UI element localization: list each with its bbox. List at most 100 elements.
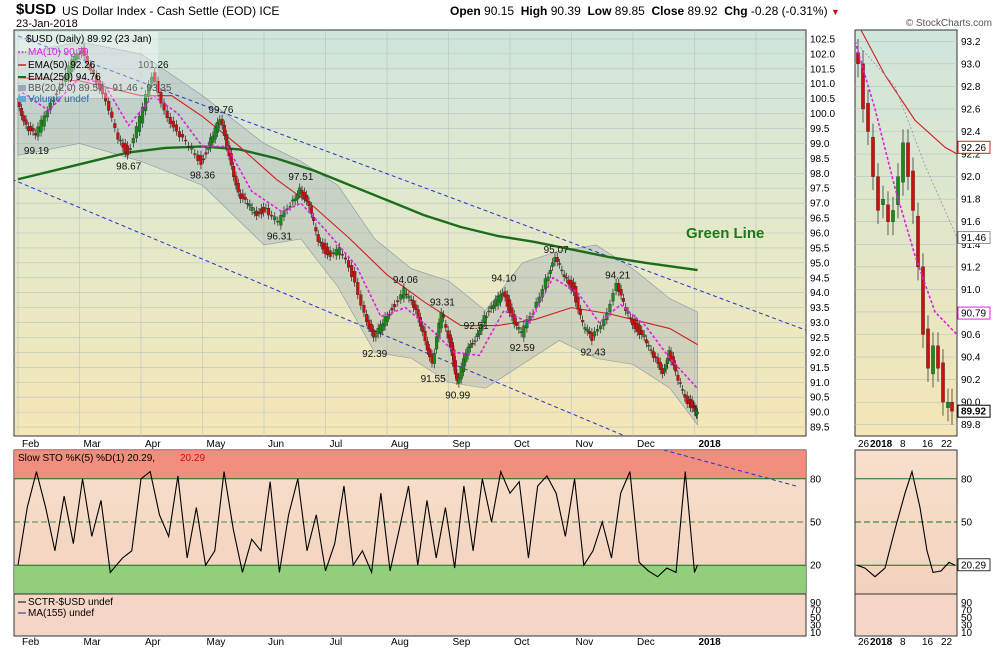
candle-body (558, 263, 562, 265)
candle-body (432, 352, 436, 364)
candle-body (548, 269, 552, 274)
x-tick-label: Dec (637, 439, 655, 450)
candle-body (585, 328, 589, 332)
y-tick-label: 96.0 (810, 229, 830, 240)
price-label: 91.55 (421, 374, 446, 385)
y-tick-label: 95.0 (810, 258, 830, 269)
candle-body (611, 293, 615, 302)
candle-body (385, 316, 389, 322)
candle-body (485, 316, 489, 318)
y-tick-label: 93.5 (810, 303, 830, 314)
detail-y-tick-label: 91.2 (961, 262, 981, 273)
x-tick-label: 2018 (699, 637, 722, 648)
price-label: 92.51 (464, 321, 489, 332)
candle-body (590, 332, 594, 341)
detail-y-tick-label: 91.6 (961, 217, 981, 228)
candle-body (519, 331, 523, 333)
green-line-annotation: Green Line (686, 225, 764, 242)
detail-candle-body (931, 345, 935, 375)
price-label: 99.19 (24, 146, 49, 157)
detail-value-tag-label: 92.26 (961, 143, 986, 154)
y-tick-label: 99.0 (810, 139, 830, 150)
candle-body (414, 304, 418, 311)
detail-x-tick-label: 2018 (870, 439, 893, 450)
x-tick-label: Oct (514, 439, 530, 450)
sctr-panel (13, 593, 807, 637)
y-tick-label: 99.5 (810, 124, 830, 135)
bottom-x-axis: Feb Mar Apr May Jun Jul Aug Sep Oct Nov Dec 2018 (22, 637, 721, 648)
y-tick-label: 98.5 (810, 154, 830, 165)
detail-y-tick-label: 93.0 (961, 59, 981, 70)
y-tick-label: 102.5 (810, 34, 835, 45)
candle-body (199, 155, 203, 165)
candle-body (202, 158, 206, 161)
legend-bb: BB(20,2.0) 89.57 - 91.46 - 93.35 (28, 83, 172, 94)
candle-body (399, 294, 403, 300)
price-label: 92.39 (362, 349, 387, 360)
price-label: 93.31 (430, 297, 455, 308)
price-label: 94.06 (393, 275, 418, 286)
candle-body (619, 289, 623, 296)
detail-sto-tick: 80 (961, 474, 973, 485)
candle-body (514, 322, 519, 326)
candle-body (453, 360, 457, 375)
candle-body (107, 101, 111, 111)
detail-candle-body (926, 328, 930, 369)
legend-ema50: EMA(50) 92.26 (28, 60, 96, 71)
candle-body (162, 102, 166, 111)
candle-body (388, 314, 392, 316)
candle-body (374, 334, 378, 338)
x-tick-label: Nov (576, 637, 594, 648)
x-tick-label: Oct (514, 637, 530, 648)
detail-y-tick-label: 91.8 (961, 195, 981, 206)
candle-body (678, 382, 682, 384)
x-tick-label: Jun (268, 439, 284, 450)
x-tick-label: Apr (145, 439, 161, 450)
detail-x-tick-label: 8 (900, 439, 906, 450)
candle-body (393, 304, 397, 308)
candle-body (19, 107, 24, 116)
candle-body (331, 252, 335, 254)
candle-body (593, 331, 597, 337)
detail-x-tick-label: 8 (900, 637, 906, 648)
detail-candle-body (886, 204, 890, 222)
sctr-ma-legend: MA(155) undef (28, 608, 94, 619)
candle-body (314, 227, 318, 232)
y-tick-label: 101.0 (810, 79, 835, 90)
detail-candle-body (866, 103, 870, 132)
candle-body (649, 349, 653, 351)
candle-body (350, 265, 354, 277)
candle-body (264, 207, 268, 210)
candle-body (621, 298, 625, 302)
detail-value-tag-label: 90.79 (961, 309, 986, 320)
x-tick-label: 2018 (699, 439, 722, 450)
candle-body (423, 330, 427, 342)
candle-body (193, 153, 197, 155)
candle-body (110, 111, 114, 118)
candle-body (168, 117, 172, 124)
candle-body (647, 344, 651, 347)
detail-sctr-panel (854, 593, 958, 637)
candle-body (473, 340, 477, 342)
candle-body (599, 325, 603, 329)
y-tick-label: 95.5 (810, 243, 830, 254)
candle-body (337, 247, 341, 256)
y-tick-label: 91.5 (810, 363, 830, 374)
detail-value-tag-label: 91.46 (961, 233, 986, 244)
candle-body (695, 411, 699, 415)
candle-body (196, 154, 200, 161)
candle-body (534, 301, 538, 308)
candle-body (522, 325, 526, 338)
detail-y-tick-label: 92.6 (961, 104, 981, 115)
detail-x-tick-label: 2018 (870, 637, 893, 648)
candle-body (248, 203, 252, 207)
x-tick-label: Apr (145, 637, 161, 648)
x-tick-label: Feb (22, 637, 40, 648)
price-label: 97.51 (288, 172, 313, 183)
candle-body (288, 206, 292, 208)
detail-y-tick-label: 92.4 (961, 127, 981, 138)
x-tick-label: Sep (453, 439, 471, 450)
x-tick-label: Dec (637, 637, 655, 648)
detail-y-tick-label: 92.8 (961, 82, 981, 93)
candle-body (270, 215, 274, 217)
